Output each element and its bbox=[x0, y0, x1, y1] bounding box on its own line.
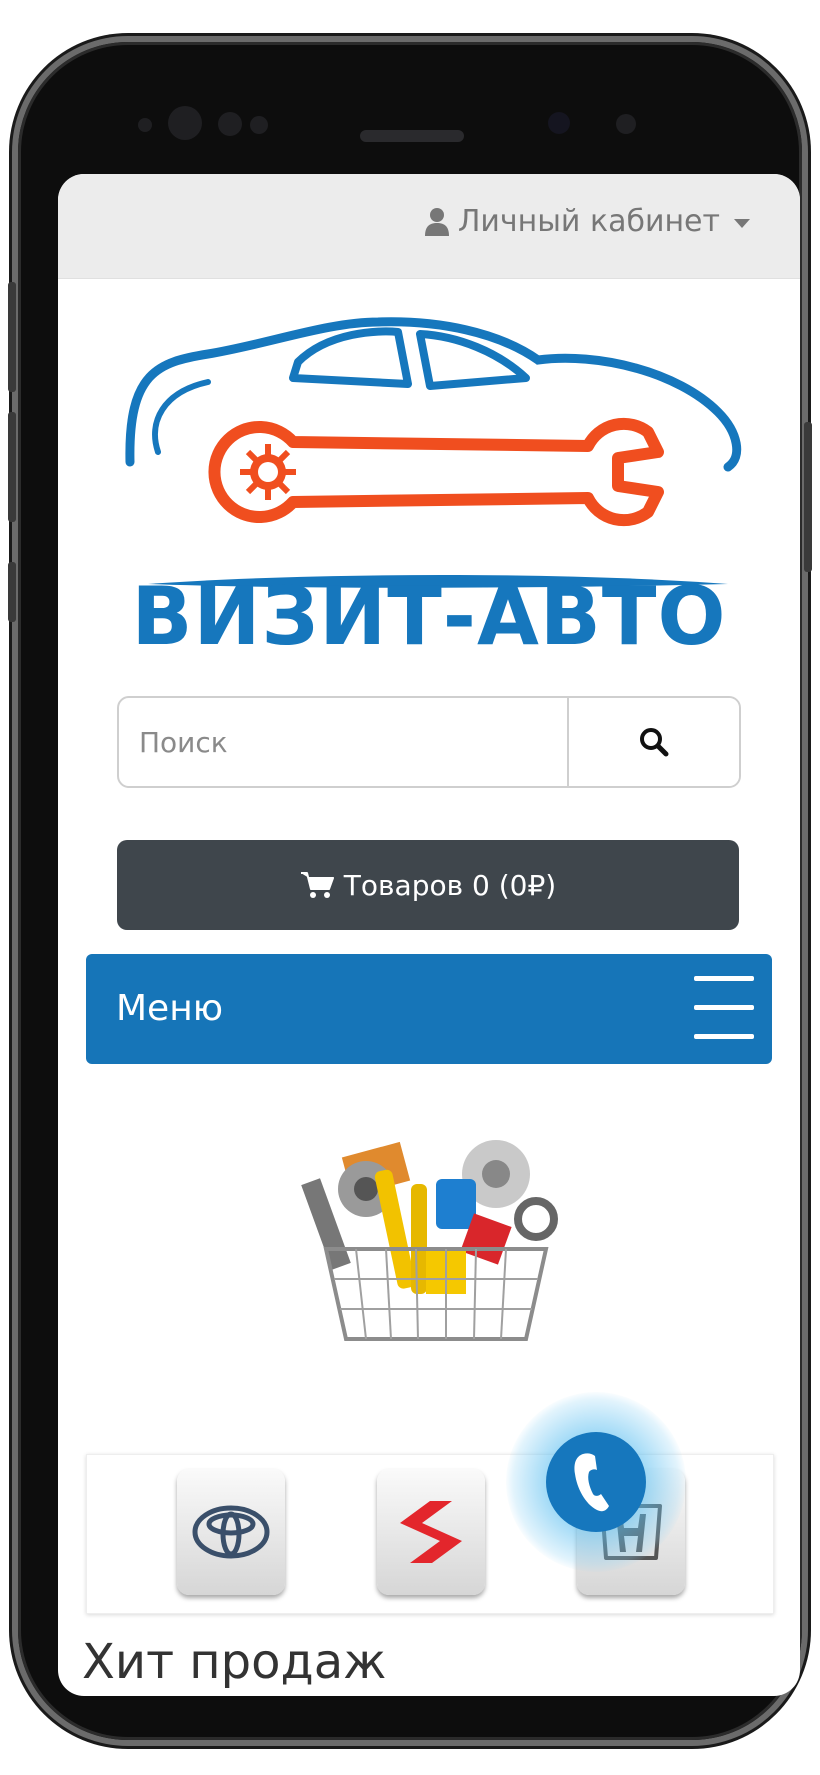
brand-tile-toyota[interactable] bbox=[177, 1469, 285, 1595]
sensor-icon bbox=[138, 118, 152, 132]
cart-label: Товаров 0 (0₽) bbox=[343, 868, 557, 902]
screen: Личный кабинет ВИЗИТ-АВТО Поиск Товаров … bbox=[58, 174, 800, 1696]
call-button-circle[interactable] bbox=[546, 1432, 646, 1532]
menu-bar[interactable]: Меню bbox=[86, 954, 772, 1064]
search-input[interactable] bbox=[119, 698, 567, 786]
search-button[interactable] bbox=[567, 698, 739, 786]
bixby-button bbox=[8, 562, 16, 622]
cart-button[interactable]: Товаров 0 (0₽) bbox=[117, 840, 739, 930]
bestsellers-heading: Хит продаж bbox=[82, 1634, 387, 1690]
sensor-icon bbox=[218, 112, 242, 136]
hamburger-icon[interactable] bbox=[694, 972, 754, 1044]
sensor-icon bbox=[616, 114, 636, 134]
auto-parts-basket-image bbox=[301, 1140, 558, 1341]
iris-scanner-icon bbox=[168, 106, 202, 140]
power-button bbox=[804, 422, 812, 572]
volume-button bbox=[8, 412, 16, 522]
top-bar: Личный кабинет bbox=[58, 174, 800, 279]
search-bar bbox=[117, 696, 741, 788]
account-menu[interactable]: Личный кабинет bbox=[424, 204, 750, 239]
chevron-down-icon bbox=[734, 219, 750, 228]
search-icon bbox=[640, 728, 669, 757]
sensor-icon bbox=[250, 116, 268, 134]
volume-button bbox=[8, 282, 16, 392]
brand-name: ВИЗИТ-АВТО bbox=[131, 570, 727, 663]
front-camera-icon bbox=[548, 112, 570, 134]
account-label: Личный кабинет bbox=[457, 204, 720, 239]
earpiece-speaker bbox=[360, 130, 464, 142]
phone-frame: Личный кабинет ВИЗИТ-АВТО Поиск Товаров … bbox=[8, 42, 812, 1740]
brand-tile-suzuki[interactable] bbox=[377, 1469, 485, 1595]
cart-icon bbox=[300, 872, 334, 898]
call-button[interactable] bbox=[506, 1392, 686, 1572]
suzuki-logo-icon bbox=[400, 1501, 462, 1563]
user-icon bbox=[424, 207, 449, 236]
sensor-bar bbox=[18, 82, 802, 152]
phone-icon bbox=[574, 1453, 609, 1512]
menu-label: Меню bbox=[116, 988, 224, 1029]
toyota-logo-icon bbox=[192, 1505, 270, 1559]
brand-logo[interactable] bbox=[118, 292, 768, 592]
